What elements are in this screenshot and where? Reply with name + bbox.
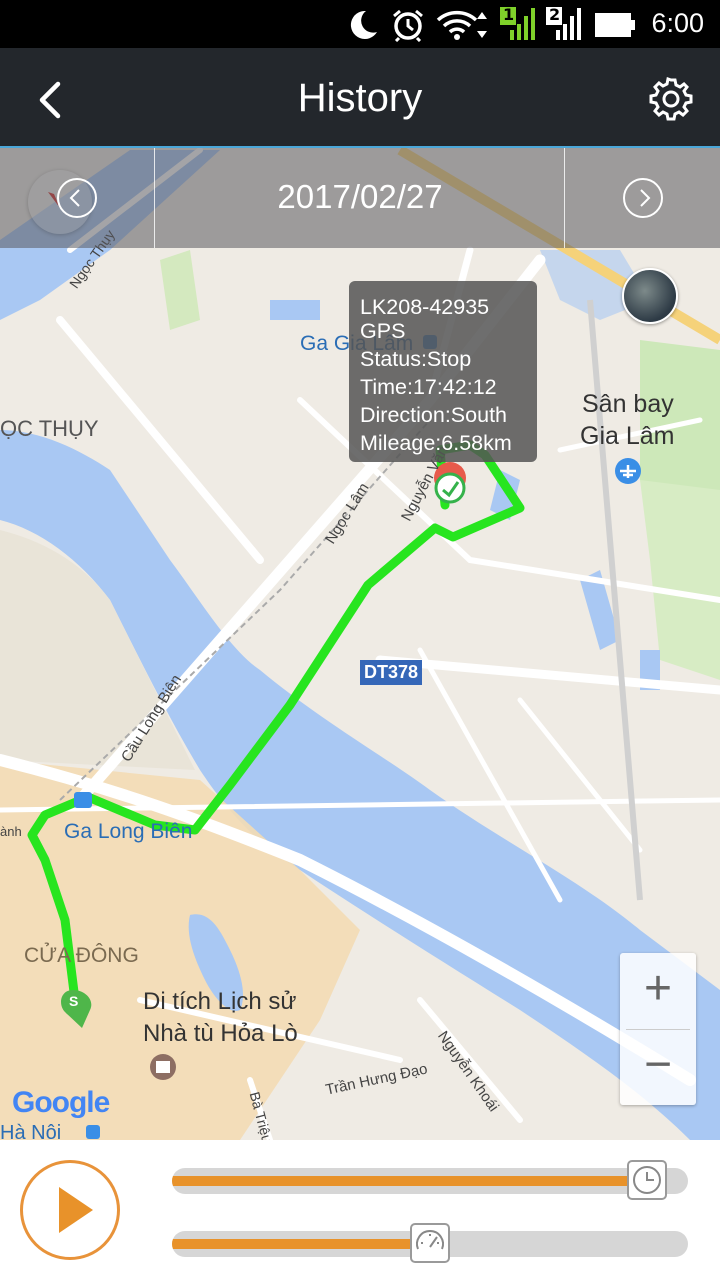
zoom-controls: + − bbox=[620, 953, 696, 1105]
map-label-di-tich-1: Di tích Lịch sử bbox=[143, 988, 297, 1015]
google-logo: Google bbox=[12, 1086, 110, 1119]
map-label-ha-noi: Hà Nội bbox=[0, 1122, 62, 1140]
airport-icon bbox=[615, 458, 641, 484]
zoom-out-button[interactable]: − bbox=[620, 1029, 696, 1105]
map-label-airport-1: Sân bay bbox=[582, 390, 674, 418]
date-bar-divider bbox=[564, 148, 565, 248]
sim2-signal-icon: 2 bbox=[546, 5, 584, 42]
speed-fill bbox=[172, 1239, 430, 1249]
map-label-airport-2: Gia Lâm bbox=[580, 422, 675, 450]
map-label-di-tich-2: Nhà tù Hỏa Lò bbox=[143, 1020, 298, 1047]
popup-mileage: Mileage:6.58km bbox=[360, 431, 512, 455]
status-bar: 1 2 6:00 bbox=[0, 0, 720, 48]
app-header: History bbox=[0, 48, 720, 148]
zoom-in-button[interactable]: + bbox=[620, 953, 696, 1029]
map-label-ngoc-thuy: ỌC THỤY bbox=[0, 416, 99, 441]
selected-date[interactable]: 2017/02/27 bbox=[156, 178, 564, 216]
sim2-label: 2 bbox=[549, 5, 561, 24]
page-title: History bbox=[297, 76, 423, 120]
play-button[interactable] bbox=[20, 1160, 120, 1260]
moon-icon bbox=[350, 10, 377, 39]
play-icon bbox=[59, 1187, 93, 1233]
battery-icon bbox=[595, 13, 635, 37]
date-navigation-bar: 2017/02/27 bbox=[0, 148, 720, 248]
previous-day-button[interactable] bbox=[57, 178, 97, 218]
speed-knob[interactable] bbox=[410, 1223, 450, 1263]
wifi-icon bbox=[436, 10, 487, 40]
history-screen: 1 2 6:00 History Ga Sân bay Gia Lâm ỌC T… bbox=[0, 0, 720, 1280]
popup-status: Status:Stop bbox=[360, 347, 472, 371]
map-label-ga-long-bien: Ga Long Biên bbox=[64, 820, 193, 843]
chevron-right-icon bbox=[640, 189, 651, 207]
map-label-anh: ành bbox=[0, 824, 22, 839]
start-marker-label: S bbox=[69, 993, 79, 1009]
playback-controls bbox=[0, 1140, 720, 1280]
speedometer-icon bbox=[416, 1230, 444, 1250]
prison-landmark-icon bbox=[150, 1054, 176, 1080]
popup-time: Time:17:42:12 bbox=[360, 375, 497, 399]
map-label-cua-dong: CỬA ĐÔNG bbox=[24, 944, 139, 967]
popup-source: GPS bbox=[360, 319, 406, 343]
progress-knob[interactable] bbox=[626, 1160, 667, 1200]
date-bar-divider bbox=[154, 148, 155, 248]
chevron-left-icon bbox=[69, 189, 80, 207]
status-clock: 6:00 bbox=[651, 8, 704, 38]
device-info-popup: LK208-42935 GPS Status:Stop Time:17:42:1… bbox=[349, 281, 537, 462]
clock-icon bbox=[632, 1166, 661, 1194]
alarm-icon bbox=[393, 9, 423, 42]
progress-fill bbox=[172, 1176, 647, 1186]
progress-slider[interactable] bbox=[172, 1168, 688, 1194]
sim1-signal-icon: 1 bbox=[500, 5, 538, 42]
sim1-label: 1 bbox=[503, 5, 515, 24]
settings-gear-icon[interactable] bbox=[646, 74, 696, 124]
next-day-button[interactable] bbox=[623, 178, 663, 218]
map-label-dt378: DT378 bbox=[360, 660, 423, 685]
popup-direction: Direction:South bbox=[360, 403, 507, 427]
satellite-toggle-button[interactable] bbox=[622, 268, 678, 324]
